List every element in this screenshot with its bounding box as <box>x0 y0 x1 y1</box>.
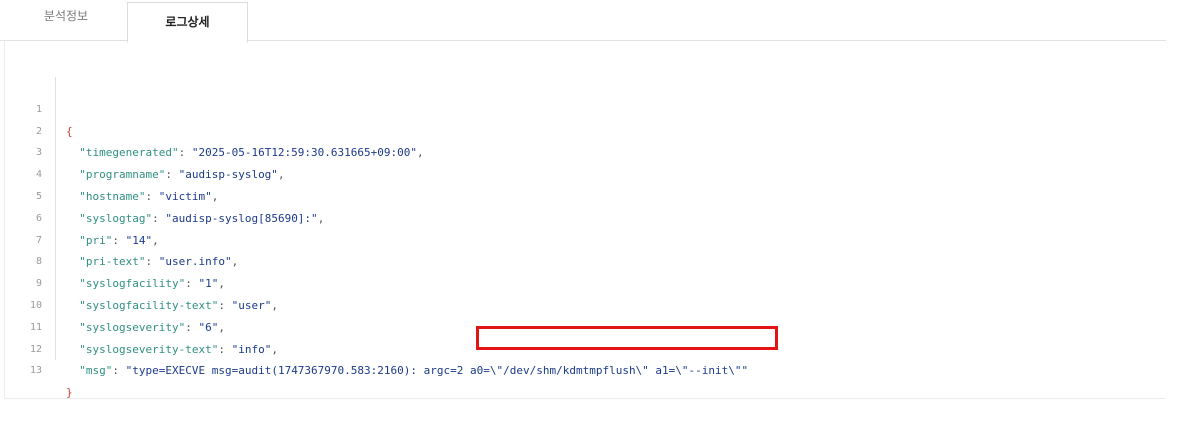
code-line: 7 "pri-text": "user.info", <box>22 208 1122 269</box>
line-number: 13 <box>29 365 42 377</box>
code-line: 3 "programname": "audisp-syslog", <box>22 121 1122 181</box>
code-line: 11 "syslogseverity-text": "info", <box>22 295 1122 356</box>
code-line: 1 { <box>22 77 1122 138</box>
tab-log-detail[interactable]: 로그상세 <box>127 2 248 43</box>
code-line: 9 "syslogfacility-text": "user", <box>22 251 1122 312</box>
code-line: 5 "syslogtag": "audisp-syslog[85690]:", <box>22 164 1122 225</box>
tab-analysis-info[interactable]: 분석정보 <box>8 0 124 36</box>
code-line: 10 "syslogseverity": "6", <box>22 273 1122 334</box>
json-viewer: 1 { 2 "timegenerated": "2025-05-16T12:59… <box>22 77 1122 399</box>
code-line: 6 "pri": "14", <box>22 186 1122 247</box>
close-brace: } <box>66 386 73 400</box>
code-line: 2 "timegenerated": "2025-05-16T12:59:30.… <box>22 99 1122 160</box>
tab-bar: 분석정보 로그상세 <box>0 0 1166 43</box>
json-value-msg: "type=EXECVE msg=audit(1747367970.583:21… <box>125 364 749 378</box>
json-key: "msg" <box>79 364 113 378</box>
code-line: 8 "syslogfacility": "1", <box>22 230 1122 290</box>
code-line: 12 "msg": "type=EXECVE msg=audit(1747367… <box>22 317 1122 378</box>
code-line: 4 "hostname": "victim", <box>22 142 1122 203</box>
code-line: 13 } <box>22 339 1122 399</box>
